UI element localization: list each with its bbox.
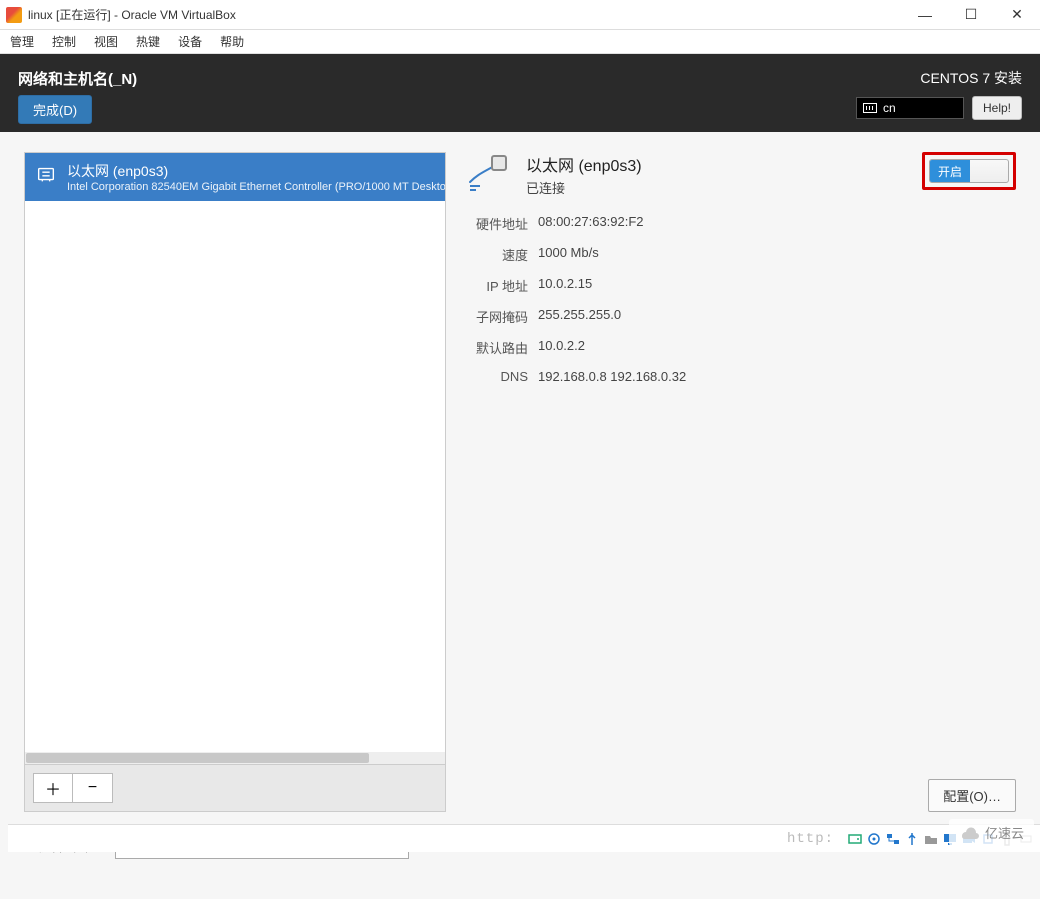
value-hw: 08:00:27:63:92:F2 [538, 214, 1016, 233]
menu-help[interactable]: 帮助 [220, 33, 244, 50]
keyboard-layout-indicator[interactable]: cn [856, 97, 964, 119]
interface-list[interactable]: 以太网 (enp0s3) Intel Corporation 82540EM G… [25, 153, 445, 752]
selected-interface-status: 已连接 [526, 178, 642, 197]
menu-control[interactable]: 控制 [52, 33, 76, 50]
hdd-icon[interactable] [847, 831, 863, 847]
ethernet-icon [35, 161, 57, 187]
window-titlebar: linux [正在运行] - Oracle VM VirtualBox — ☐ … [0, 0, 1040, 30]
done-button[interactable]: 完成(D) [18, 95, 92, 124]
interface-list-footer: ＋ − [25, 764, 445, 811]
http-watermark: http: [787, 831, 834, 847]
menu-manage[interactable]: 管理 [10, 33, 34, 50]
usb-icon[interactable] [904, 831, 920, 847]
menu-hotkeys[interactable]: 热键 [136, 33, 160, 50]
window-title: linux [正在运行] - Oracle VM VirtualBox [28, 6, 902, 23]
value-dns: 192.168.0.8 192.168.0.32 [538, 369, 1016, 384]
scrollbar-thumb[interactable] [26, 753, 369, 763]
maximize-button[interactable]: ☐ [948, 0, 994, 30]
connection-toggle[interactable]: 开启 [929, 159, 1009, 183]
label-hw: 硬件地址 [464, 214, 528, 233]
toggle-knob [970, 160, 1008, 182]
keyboard-layout-text: cn [883, 101, 896, 115]
vm-status-bar: http: [8, 824, 1040, 852]
label-ip: IP 地址 [464, 276, 528, 295]
configure-button[interactable]: 配置(O)… [928, 779, 1016, 812]
label-gw: 默认路由 [464, 338, 528, 357]
network-status-icon[interactable] [885, 831, 901, 847]
label-dns: DNS [464, 369, 528, 384]
value-mask: 255.255.255.0 [538, 307, 1016, 326]
horizontal-scrollbar[interactable] [25, 752, 445, 764]
keyboard-icon [863, 103, 877, 113]
help-button[interactable]: Help! [972, 96, 1022, 120]
value-gw: 10.0.2.2 [538, 338, 1016, 357]
value-speed: 1000 Mb/s [538, 245, 1016, 264]
optical-icon[interactable] [866, 831, 882, 847]
add-interface-button[interactable]: ＋ [33, 773, 73, 803]
remove-interface-button[interactable]: − [73, 773, 113, 803]
toggle-on-label: 开启 [930, 160, 970, 182]
content-area: 以太网 (enp0s3) Intel Corporation 82540EM G… [0, 132, 1040, 822]
minimize-button[interactable]: — [902, 0, 948, 30]
interface-name: 以太网 (enp0s3) [67, 161, 445, 181]
close-button[interactable]: ✕ [994, 0, 1040, 30]
installer-header: 网络和主机名(_N) 完成(D) CENTOS 7 安装 cn Help! [0, 54, 1040, 132]
selected-interface-title: 以太网 (enp0s3) [526, 152, 642, 176]
interface-panel: 以太网 (enp0s3) Intel Corporation 82540EM G… [24, 152, 446, 812]
distro-label: CENTOS 7 安装 [920, 68, 1022, 88]
details-grid: 硬件地址 08:00:27:63:92:F2 速度 1000 Mb/s IP 地… [464, 214, 1016, 384]
page-title: 网络和主机名(_N) [18, 68, 137, 89]
toggle-highlight-box: 开启 [922, 152, 1016, 190]
shared-folder-icon[interactable] [923, 831, 939, 847]
menu-view[interactable]: 视图 [94, 33, 118, 50]
ethernet-large-icon [464, 152, 512, 200]
watermark-badge: 亿速云 [949, 819, 1034, 846]
label-mask: 子网掩码 [464, 307, 528, 326]
interface-list-item[interactable]: 以太网 (enp0s3) Intel Corporation 82540EM G… [25, 153, 445, 201]
menu-devices[interactable]: 设备 [178, 33, 202, 50]
label-speed: 速度 [464, 245, 528, 264]
interface-description: Intel Corporation 82540EM Gigabit Ethern… [67, 181, 445, 193]
menu-bar: 管理 控制 视图 热键 设备 帮助 [0, 30, 1040, 54]
value-ip: 10.0.2.15 [538, 276, 1016, 295]
watermark-text: 亿速云 [985, 823, 1024, 842]
window-controls: — ☐ ✕ [902, 0, 1040, 30]
virtualbox-logo-icon [6, 7, 22, 23]
interface-details: 以太网 (enp0s3) 已连接 开启 硬件地址 08:00:27:63:92:… [464, 152, 1016, 812]
